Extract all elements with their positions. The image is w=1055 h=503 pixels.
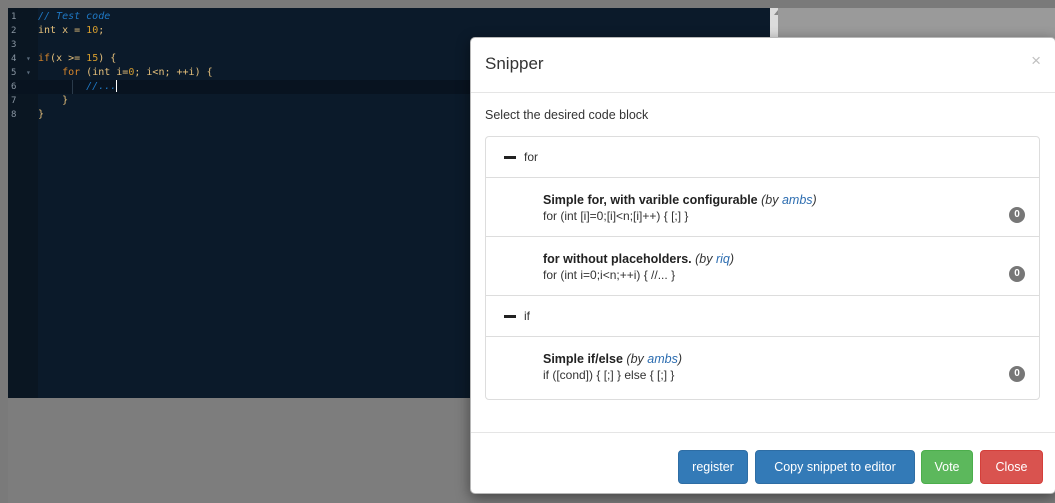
collapse-minus-icon[interactable] [504,156,516,159]
code-text: // Test code [38,11,111,22]
snippet-list: for Simple for, with varible configurabl… [485,136,1040,400]
snippet-code: for (int [i]=0;[i]<n;[i]++) { [;] } [543,209,689,223]
modal-title: Snipper [485,54,544,73]
copy-snippet-button[interactable]: Copy snippet to editor [755,450,915,484]
line-number: 2 [11,26,17,36]
code-text: if(x >= 15) { [38,53,117,64]
line-number: 5 [11,68,17,78]
snippet-by: by [765,193,779,207]
snipper-modal: Snipper × Select the desired code block … [470,37,1055,494]
fold-arrow-icon[interactable]: ▾ [26,52,31,66]
line-number: 4 [11,54,17,64]
snippet-title-line: Simple for, with varible configurable (b… [543,193,817,207]
close-button[interactable]: Close [980,450,1043,484]
author-link[interactable]: ambs [647,352,678,366]
snippet-title: Simple if/else [543,352,623,366]
snippet-title: Simple for, with varible configurable [543,193,758,207]
author-link[interactable]: riq [716,252,730,266]
snippet-title-line: for without placeholders. (by riq) [543,252,735,266]
snippet-by: by [630,352,644,366]
text-cursor [116,80,118,92]
line-number: 6 [11,82,17,92]
modal-footer: register Copy snippet to editor Vote Clo… [471,432,1055,494]
snippet-item[interactable]: Simple if/else (by ambs) if ([cond]) { [… [486,337,1039,395]
snippet-code: for (int i=0;i<n;++i) { //... } [543,268,676,282]
vote-count-badge: 0 [1009,366,1025,382]
snippet-item[interactable]: Simple for, with varible configurable (b… [486,178,1039,237]
collapse-minus-icon[interactable] [504,315,516,318]
modal-body: Select the desired code block for Simple… [485,108,1040,400]
line-number: 3 [11,40,17,50]
close-icon[interactable]: × [1031,51,1041,71]
code-line[interactable]: 2 int x = 10; [8,24,768,38]
code-text: for (int i=0; i<n; ++i) { [62,67,213,78]
code-text: } [38,109,45,120]
group-header-if[interactable]: if [486,296,1039,337]
vote-button[interactable]: Vote [921,450,973,484]
snippet-code: if ([cond]) { [;] } else { [;] } [543,368,675,382]
code-text: //... [38,80,118,92]
instruction-text: Select the desired code block [485,108,649,122]
code-line[interactable]: 1 // Test code [8,10,768,24]
snippet-item[interactable]: for without placeholders. (by riq) for (… [486,237,1039,296]
line-number: 7 [11,96,17,106]
register-button[interactable]: register [678,450,748,484]
snippet-title: for without placeholders. [543,252,692,266]
code-text: } [38,95,69,106]
line-number: 8 [11,110,17,120]
line-number: 1 [11,12,17,22]
snippet-by: by [699,252,713,266]
snippet-title-line: Simple if/else (by ambs) [543,352,682,366]
group-header-for[interactable]: for [486,137,1039,178]
code-text: int x = 10; [38,25,105,36]
author-link[interactable]: ambs [782,193,813,207]
modal-header: Snipper × [471,38,1055,93]
fold-arrow-icon[interactable]: ▾ [26,66,31,80]
vote-count-badge: 0 [1009,207,1025,223]
group-label: for [524,150,539,164]
group-label: if [524,309,530,323]
vote-count-badge: 0 [1009,266,1025,282]
